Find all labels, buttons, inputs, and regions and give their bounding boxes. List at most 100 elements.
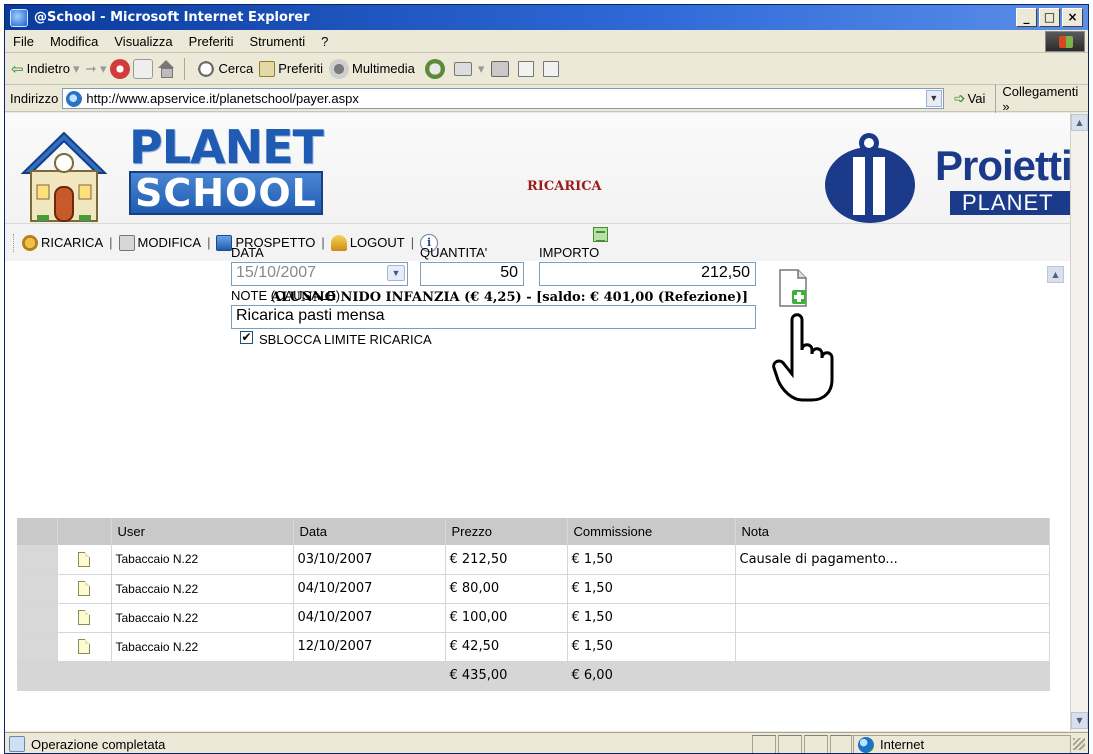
search-button[interactable]: Cerca xyxy=(195,58,254,79)
minimize-button[interactable]: _ xyxy=(1016,8,1037,27)
note-input[interactable]: Ricarica pasti mensa xyxy=(231,305,756,329)
mail-dropdown-icon[interactable]: ▾ xyxy=(478,61,485,77)
page-header: PLANET SCHOOL RICARICA Proietti PLANET R… xyxy=(5,113,1072,261)
document-icon[interactable] xyxy=(78,551,90,567)
menu-visualizza[interactable]: Visualizza xyxy=(114,34,172,49)
header-prezzo[interactable]: Prezzo xyxy=(445,518,568,545)
date-select[interactable]: 15/10/2007 ▼ xyxy=(231,262,408,286)
toolbar-separator xyxy=(183,57,185,80)
maximize-button[interactable]: □ xyxy=(1039,8,1060,27)
stop-icon[interactable] xyxy=(109,58,130,79)
search-label: Cerca xyxy=(218,61,254,76)
header-data[interactable]: Data xyxy=(293,518,446,545)
favorites-button[interactable]: Preferiti xyxy=(259,60,323,77)
cell-fee: € 1,50 xyxy=(567,632,736,662)
nav-modifica[interactable]: MODIFICA xyxy=(118,234,201,251)
window-controls: _ □ × xyxy=(1016,8,1083,27)
menu-modifica[interactable]: Modifica xyxy=(50,34,98,49)
amount-label: IMPORTO xyxy=(539,245,600,260)
partner-name: Proietti xyxy=(935,142,1072,189)
windows-logo-icon xyxy=(1045,31,1085,52)
nav-logout[interactable]: LOGOUT xyxy=(330,234,405,251)
search-icon xyxy=(195,58,216,79)
row-selector[interactable] xyxy=(17,632,58,662)
totals-note-cell xyxy=(735,661,1050,691)
cell-fee: € 1,50 xyxy=(567,545,736,575)
mail-icon[interactable] xyxy=(453,61,472,76)
nav-ricarica[interactable]: RICARICA xyxy=(22,234,104,251)
row-selector[interactable] xyxy=(17,574,58,604)
resize-grip[interactable] xyxy=(1073,738,1085,750)
page-icon xyxy=(66,90,83,107)
add-document-icon[interactable] xyxy=(778,268,808,308)
security-zone: Internet xyxy=(851,735,1071,753)
calculator-icon[interactable] xyxy=(593,227,608,242)
header-user[interactable]: User xyxy=(111,518,294,545)
nav-separator: | xyxy=(207,235,211,250)
menu-preferiti[interactable]: Preferiti xyxy=(189,34,234,49)
table-row[interactable]: Tabaccaio N.22 04/10/2007 € 100,00 € 1,5… xyxy=(17,603,1050,633)
amount-input[interactable]: 212,50 xyxy=(539,262,756,286)
frame-scroll-up[interactable]: ▲ xyxy=(1047,266,1064,283)
page-vertical-scrollbar[interactable]: ▲ ▼ xyxy=(1070,113,1088,731)
quantity-input[interactable]: 50 xyxy=(420,262,524,286)
table-header-row: User Data Prezzo Commissione Nota xyxy=(17,518,1050,545)
row-selector[interactable] xyxy=(17,603,58,633)
address-input[interactable]: http://www.apservice.it/planetschool/pay… xyxy=(62,88,944,109)
quantity-label: QUANTITA' xyxy=(420,245,488,260)
history-icon[interactable] xyxy=(424,58,445,79)
header-commissione[interactable]: Commissione xyxy=(567,518,736,545)
forward-button[interactable]: ➞ ▾ xyxy=(85,61,106,77)
go-button[interactable]: ➩ Vai xyxy=(954,90,986,107)
address-dropdown-icon[interactable]: ▼ xyxy=(925,90,942,107)
back-button[interactable]: ⇦ Indietro ▾ xyxy=(11,60,82,78)
status-pane xyxy=(778,735,802,753)
address-label: Indirizzo xyxy=(10,91,59,106)
note-value: Ricarica pasti mensa xyxy=(236,307,385,324)
row-icon-cell xyxy=(57,632,112,662)
media-button[interactable]: Multimedia xyxy=(329,58,415,79)
date-dropdown-icon[interactable]: ▼ xyxy=(387,265,405,281)
menu-file[interactable]: File xyxy=(13,34,34,49)
row-selector[interactable] xyxy=(17,545,58,575)
back-label: Indietro xyxy=(26,61,70,76)
document-icon[interactable] xyxy=(78,610,90,625)
logout-icon xyxy=(330,234,347,251)
amount-value: 212,50 xyxy=(701,264,750,281)
planet-school-house-logo xyxy=(20,131,108,222)
payments-table-wrap: User Data Prezzo Commissione Nota Tabacc… xyxy=(17,518,1050,691)
zone-label: Internet xyxy=(880,737,925,752)
back-dropdown-icon[interactable]: ▾ xyxy=(73,61,80,77)
address-bar: Indirizzo http://www.apservice.it/planet… xyxy=(5,83,1088,114)
refresh-icon[interactable] xyxy=(132,58,153,79)
menu-help[interactable]: ? xyxy=(321,34,328,49)
document-icon[interactable] xyxy=(78,581,90,596)
unlock-limit-label: SBLOCCA LIMITE RICARICA xyxy=(259,332,432,347)
unlock-limit-checkbox[interactable]: ✔ xyxy=(240,331,253,344)
links-button[interactable]: Collegamenti » xyxy=(995,83,1088,114)
page-title: RICARICA xyxy=(527,179,602,194)
table-row[interactable]: Tabaccaio N.22 12/10/2007 € 42,50 € 1,50 xyxy=(17,632,1050,662)
scroll-up-button[interactable]: ▲ xyxy=(1071,114,1088,131)
home-icon[interactable] xyxy=(156,59,176,79)
cell-user: Tabaccaio N.22 xyxy=(111,632,294,662)
window-title: @School - Microsoft Internet Explorer xyxy=(34,10,310,25)
student-info: ALUNNO NIDO INFANZIA (€ 4,25) - [saldo: … xyxy=(271,290,748,305)
browser-window: @School - Microsoft Internet Explorer _ … xyxy=(4,4,1089,754)
cell-fee: € 1,50 xyxy=(567,574,736,604)
address-url: http://www.apservice.it/planetschool/pay… xyxy=(86,91,359,106)
table-row[interactable]: Tabaccaio N.22 04/10/2007 € 80,00 € 1,50 xyxy=(17,574,1050,604)
nav-ricarica-label: RICARICA xyxy=(41,235,104,250)
row-icon-cell xyxy=(57,603,112,633)
scroll-down-button[interactable]: ▼ xyxy=(1071,712,1088,729)
cell-note xyxy=(735,574,1050,604)
header-nota[interactable]: Nota xyxy=(735,518,1050,545)
close-button[interactable]: × xyxy=(1062,8,1083,27)
print-icon[interactable] xyxy=(491,60,510,77)
cell-note xyxy=(735,603,1050,633)
table-row[interactable]: Tabaccaio N.22 03/10/2007 € 212,50 € 1,5… xyxy=(17,545,1050,575)
document-icon[interactable] xyxy=(78,639,90,654)
menu-strumenti[interactable]: Strumenti xyxy=(249,34,305,49)
discuss-icon[interactable] xyxy=(543,60,560,77)
edit-page-icon[interactable] xyxy=(518,60,535,77)
